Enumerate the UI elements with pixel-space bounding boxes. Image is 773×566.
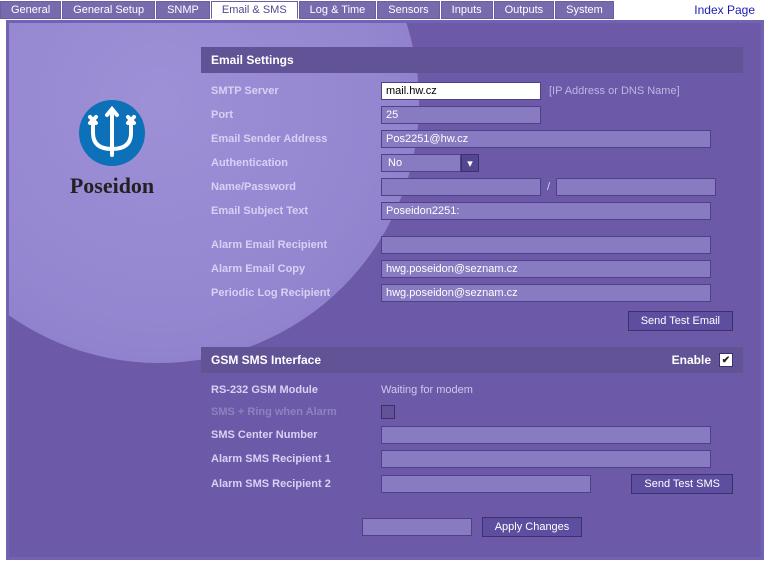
alarm-copy-input[interactable] (381, 260, 711, 278)
trident-icon (76, 97, 148, 169)
enable-checkbox[interactable]: ✔ (719, 353, 733, 367)
footer-bar: Apply Changes (201, 511, 743, 545)
tab-snmp[interactable]: SNMP (156, 1, 210, 19)
enable-label: Enable (672, 353, 711, 367)
port-label: Port (211, 109, 381, 121)
alarm-recipient-label: Alarm Email Recipient (211, 239, 381, 251)
name-password-label: Name/Password (211, 181, 381, 193)
tab-general[interactable]: General (0, 1, 61, 19)
sms-r1-label: Alarm SMS Recipient 1 (211, 453, 381, 465)
subject-label: Email Subject Text (211, 205, 381, 217)
logo: Poseidon (47, 97, 177, 199)
periodic-log-label: Periodic Log Recipient (211, 287, 381, 299)
alarm-recipient-input[interactable] (381, 236, 711, 254)
sms-ring-label: SMS + Ring when Alarm (211, 406, 381, 418)
sms-r2-input[interactable] (381, 475, 591, 493)
tab-email-sms[interactable]: Email & SMS (211, 1, 298, 19)
password-input[interactable] (556, 178, 716, 196)
sms-center-label: SMS Center Number (211, 429, 381, 441)
sms-r2-label: Alarm SMS Recipient 2 (211, 478, 381, 490)
chevron-down-icon[interactable]: ▾ (461, 154, 479, 172)
periodic-log-input[interactable] (381, 284, 711, 302)
tab-system[interactable]: System (555, 1, 614, 19)
sender-input[interactable] (381, 130, 711, 148)
apply-changes-button[interactable]: Apply Changes (482, 517, 583, 537)
sms-center-input[interactable] (381, 426, 711, 444)
auth-label: Authentication (211, 157, 381, 169)
auth-select-value: No (381, 154, 461, 172)
content-area: Email Settings SMTP Server [IP Address o… (201, 47, 743, 545)
sms-ring-checkbox[interactable] (381, 405, 395, 419)
tab-sensors[interactable]: Sensors (377, 1, 439, 19)
auth-select[interactable]: No ▾ (381, 154, 479, 172)
smtp-server-input[interactable] (381, 82, 541, 100)
smtp-server-label: SMTP Server (211, 85, 381, 97)
smtp-hint: [IP Address or DNS Name] (549, 85, 680, 97)
rs232-status: Waiting for modem (381, 384, 473, 396)
rs232-label: RS-232 GSM Module (211, 384, 381, 396)
tab-inputs[interactable]: Inputs (441, 1, 493, 19)
send-test-email-button[interactable]: Send Test Email (628, 311, 733, 331)
alarm-copy-label: Alarm Email Copy (211, 263, 381, 275)
port-input[interactable] (381, 106, 541, 124)
tab-log-time[interactable]: Log & Time (299, 1, 377, 19)
name-input[interactable] (381, 178, 541, 196)
sender-label: Email Sender Address (211, 133, 381, 145)
logo-text: Poseidon (47, 173, 177, 199)
tab-bar: General General Setup SNMP Email & SMS L… (0, 0, 773, 20)
tab-general-setup[interactable]: General Setup (62, 1, 155, 19)
tab-outputs[interactable]: Outputs (494, 1, 555, 19)
send-test-sms-button[interactable]: Send Test SMS (631, 474, 733, 494)
sms-section-title: GSM SMS Interface Enable ✔ (201, 347, 743, 373)
main-frame: Poseidon Email Settings SMTP Server [IP … (6, 20, 764, 560)
footer-field[interactable] (362, 518, 472, 536)
sms-r1-input[interactable] (381, 450, 711, 468)
sms-section-title-text: GSM SMS Interface (211, 353, 321, 367)
email-section-title: Email Settings (201, 47, 743, 73)
index-page-link[interactable]: Index Page (694, 3, 755, 17)
name-password-sep: / (547, 181, 550, 193)
subject-input[interactable] (381, 202, 711, 220)
